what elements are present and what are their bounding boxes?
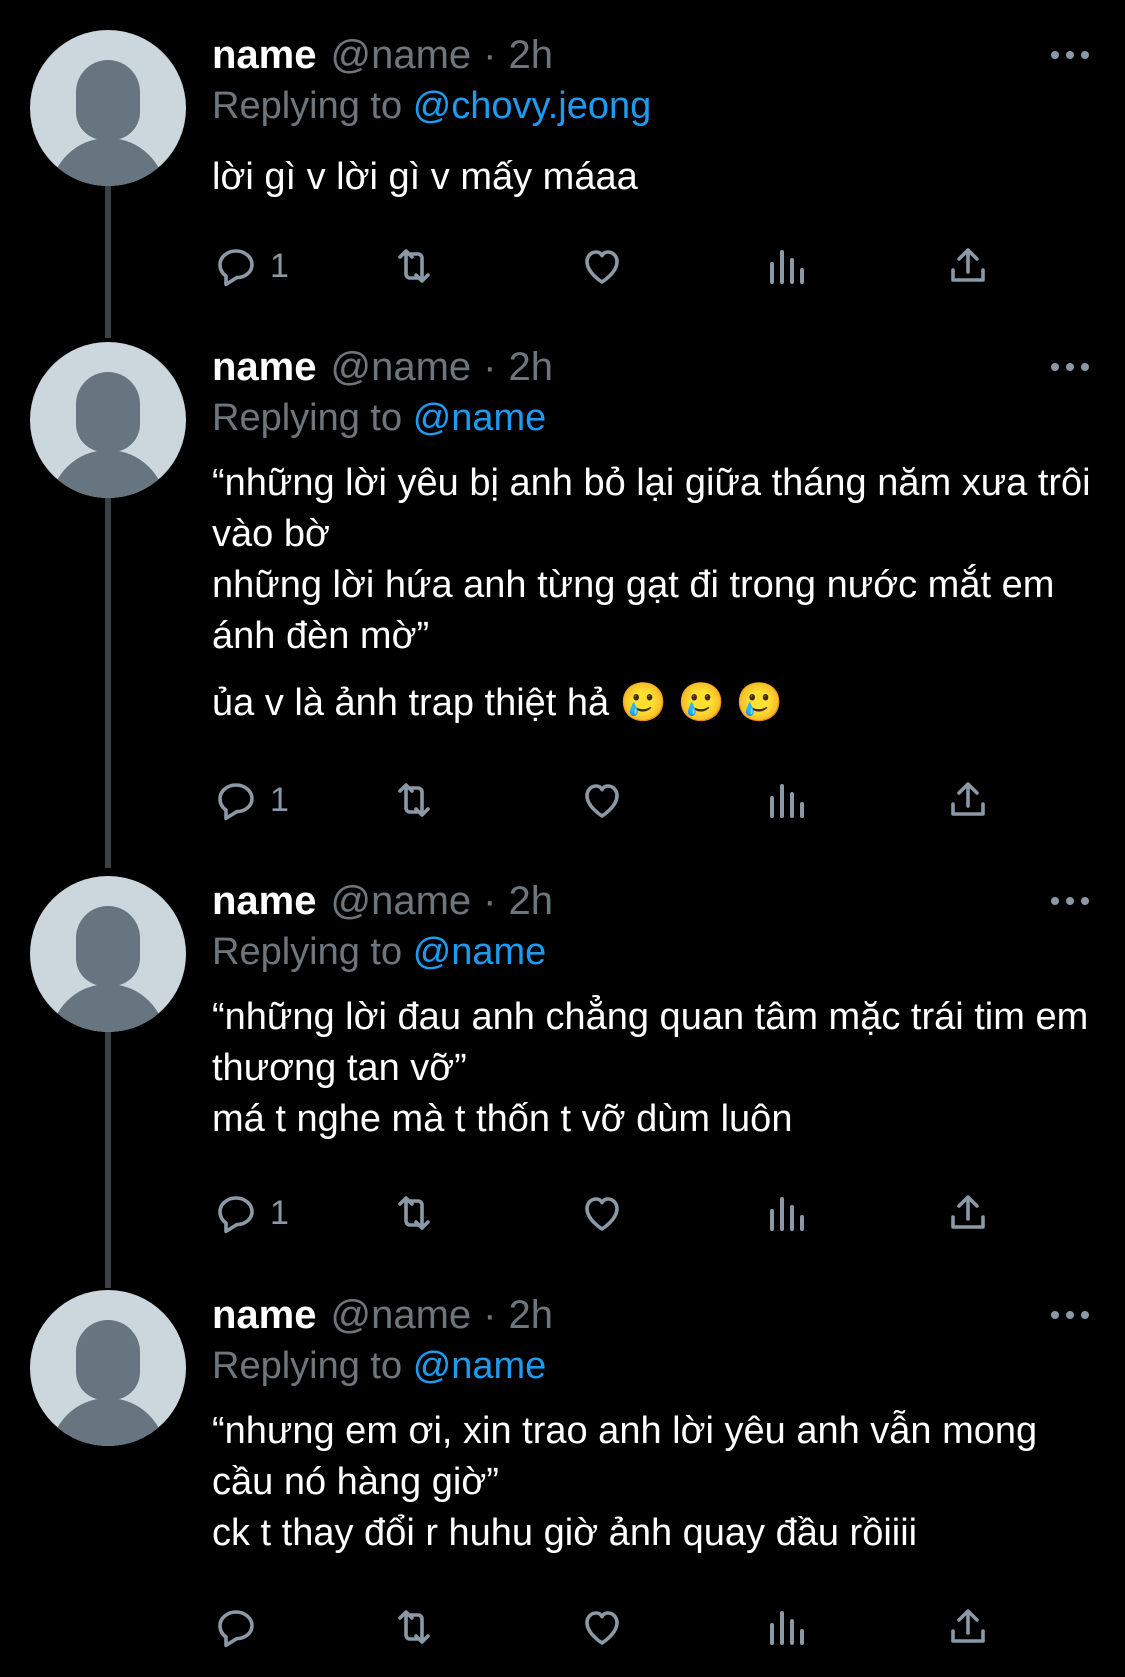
display-name[interactable]: name <box>212 1290 317 1340</box>
thread-line <box>105 498 111 868</box>
analytics-icon <box>770 784 804 818</box>
timestamp[interactable]: 2h <box>509 876 554 926</box>
share-icon <box>951 1609 985 1643</box>
retweet-icon <box>398 1196 430 1230</box>
replying-label: Replying to <box>212 1345 403 1387</box>
like-icon <box>585 1197 619 1231</box>
like-icon <box>585 250 619 284</box>
reply-count: 1 <box>270 246 289 285</box>
tweet-actions: 1 <box>212 236 992 296</box>
more-icon[interactable] <box>1045 1290 1095 1340</box>
retweet-button[interactable] <box>390 1597 438 1657</box>
separator-dot: · <box>483 1293 497 1337</box>
separator-dot: · <box>483 345 497 389</box>
more-icon[interactable] <box>1045 876 1095 926</box>
replying-to-link[interactable]: @name <box>413 397 547 439</box>
analytics-button[interactable] <box>762 1183 810 1243</box>
like-button[interactable] <box>578 236 626 296</box>
share-icon <box>951 782 985 816</box>
retweet-icon <box>398 783 430 817</box>
reply-count: 1 <box>270 1193 289 1232</box>
analytics-button[interactable] <box>762 770 810 830</box>
avatar[interactable] <box>30 876 186 1032</box>
like-button[interactable] <box>578 1597 626 1657</box>
tweet-content: name @name · 2h Replying to @name “những… <box>212 342 1095 729</box>
replying-label: Replying to <box>212 85 403 127</box>
tweet-actions: 1 <box>212 770 992 830</box>
tweet-text-followup: ủa v là ảnh trap thiệt hả 🥲 🥲 🥲 <box>212 682 783 724</box>
thread-line <box>105 1032 111 1288</box>
display-name[interactable]: name <box>212 876 317 926</box>
like-icon <box>585 784 619 818</box>
like-icon <box>585 1611 619 1645</box>
reply-icon <box>218 1610 254 1648</box>
more-icon[interactable] <box>1045 30 1095 80</box>
analytics-button[interactable] <box>762 1597 810 1657</box>
analytics-icon <box>770 1197 804 1231</box>
share-button[interactable] <box>944 1183 992 1243</box>
avatar[interactable] <box>30 30 186 186</box>
handle[interactable]: @name <box>331 30 472 80</box>
reply-button[interactable]: 1 <box>212 236 289 296</box>
tweet-text: lời gì v lời gì v mấy máaa <box>212 156 638 198</box>
reply-button[interactable]: 1 <box>212 1183 289 1243</box>
replying-label: Replying to <box>212 931 403 973</box>
share-button[interactable] <box>944 770 992 830</box>
more-icon[interactable] <box>1045 342 1095 392</box>
thread-line <box>105 186 111 338</box>
separator-dot: · <box>483 879 497 923</box>
reply-button[interactable]: 1 <box>212 770 289 830</box>
analytics-button[interactable] <box>762 236 810 296</box>
separator-dot: · <box>483 33 497 77</box>
replying-to-link[interactable]: @name <box>413 931 547 973</box>
reply-icon <box>218 783 254 821</box>
reply-icon <box>218 249 254 287</box>
analytics-icon <box>770 1611 804 1645</box>
tweet-thread: name @name · 2h Replying to @chovy.jeong… <box>0 0 1125 1677</box>
replying-label: Replying to <box>212 397 403 439</box>
reply-icon <box>218 1196 254 1234</box>
tweet-text: “những lời yêu bị anh bỏ lại giữa tháng … <box>212 462 1091 657</box>
tweet-actions <box>212 1597 992 1657</box>
reply-button[interactable] <box>212 1597 270 1657</box>
like-button[interactable] <box>578 770 626 830</box>
avatar[interactable] <box>30 342 186 498</box>
analytics-icon <box>770 250 804 284</box>
handle[interactable]: @name <box>331 1290 472 1340</box>
retweet-icon <box>398 249 430 283</box>
handle[interactable]: @name <box>331 876 472 926</box>
share-button[interactable] <box>944 1597 992 1657</box>
display-name[interactable]: name <box>212 342 317 392</box>
retweet-icon <box>398 1610 430 1644</box>
share-icon <box>951 1195 985 1229</box>
display-name[interactable]: name <box>212 30 317 80</box>
avatar[interactable] <box>30 1290 186 1446</box>
retweet-button[interactable] <box>390 1183 438 1243</box>
like-button[interactable] <box>578 1183 626 1243</box>
handle[interactable]: @name <box>331 342 472 392</box>
replying-to-link[interactable]: @name <box>413 1345 547 1387</box>
share-button[interactable] <box>944 236 992 296</box>
reply-count: 1 <box>270 780 289 819</box>
retweet-button[interactable] <box>390 770 438 830</box>
tweet-content: name @name · 2h Replying to @chovy.jeong… <box>212 30 1095 203</box>
tweet-actions: 1 <box>212 1183 992 1243</box>
tweet-text: “những lời đau anh chẳng quan tâm mặc tr… <box>212 996 1089 1140</box>
tweet-content: name @name · 2h Replying to @name “nhưng… <box>212 1290 1095 1559</box>
share-icon <box>951 248 985 282</box>
tweet-content: name @name · 2h Replying to @name “những… <box>212 876 1095 1145</box>
timestamp[interactable]: 2h <box>509 1290 554 1340</box>
timestamp[interactable]: 2h <box>509 30 554 80</box>
timestamp[interactable]: 2h <box>509 342 554 392</box>
replying-to-link[interactable]: @chovy.jeong <box>413 85 652 127</box>
tweet-text: “nhưng em ơi, xin trao anh lời yêu anh v… <box>212 1410 1038 1554</box>
retweet-button[interactable] <box>390 236 438 296</box>
